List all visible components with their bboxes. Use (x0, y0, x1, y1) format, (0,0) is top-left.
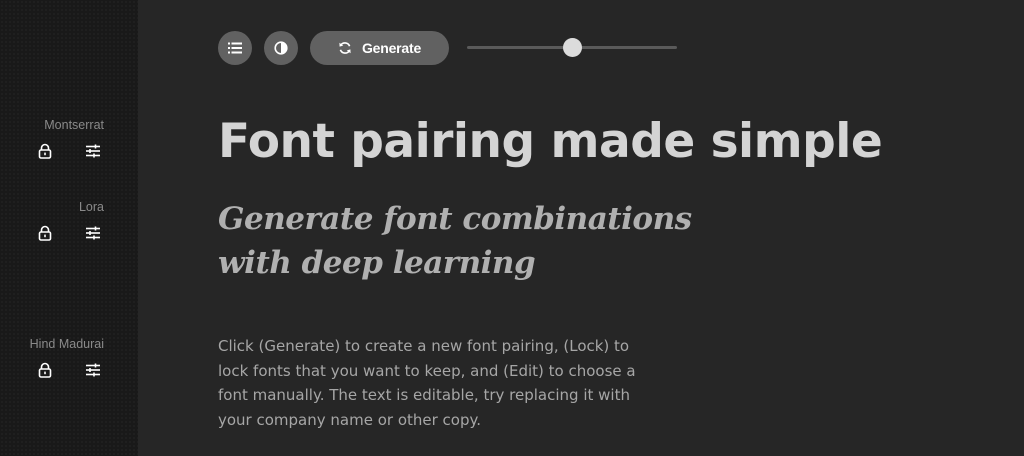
lock-icon (38, 225, 52, 241)
preview-area: Generate Font pairing made simple Genera… (138, 0, 1024, 456)
slider-thumb[interactable] (562, 38, 582, 57)
page-title[interactable]: Font pairing made simple (218, 112, 883, 172)
contrast-icon (274, 41, 288, 55)
font-sidebar: Montserrat Lora Hind Madurai (0, 0, 138, 456)
font-name-label: Hind Madurai (29, 337, 104, 351)
lock-icon (38, 362, 52, 378)
generate-label: Generate (361, 40, 422, 56)
edit-font-button[interactable] (84, 142, 102, 160)
sliders-icon (86, 226, 100, 240)
sliders-icon (86, 363, 100, 377)
body-copy[interactable]: Click (Generate) to create a new font pa… (218, 334, 638, 432)
list-icon (228, 42, 242, 54)
edit-font-button[interactable] (84, 224, 102, 242)
refresh-icon (339, 42, 351, 54)
lock-button[interactable] (36, 224, 54, 242)
app-window: Montserrat Lora Hind Madurai Generate Fo… (0, 0, 1024, 456)
font-name-label: Lora (78, 200, 104, 214)
font-name-label: Montserrat (44, 118, 104, 132)
generate-button[interactable]: Generate (310, 31, 449, 65)
edit-font-button[interactable] (84, 361, 102, 379)
sliders-icon (86, 144, 100, 158)
contrast-toggle-button[interactable] (264, 31, 298, 65)
lock-button[interactable] (36, 361, 54, 379)
lock-icon (38, 143, 52, 159)
pairing-slider[interactable] (467, 31, 677, 65)
lock-button[interactable] (36, 142, 54, 160)
list-view-button[interactable] (218, 31, 252, 65)
subheading[interactable]: Generate font combinations with deep lea… (218, 197, 738, 285)
